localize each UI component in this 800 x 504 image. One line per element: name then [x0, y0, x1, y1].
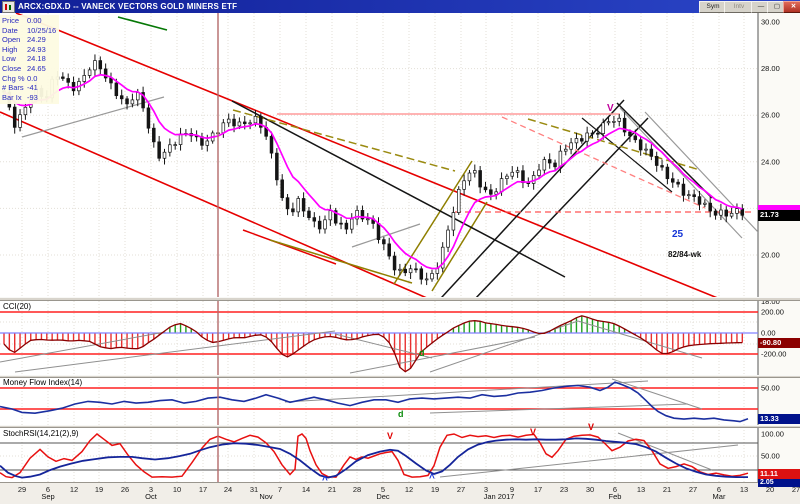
panel-separator[interactable]	[0, 375, 800, 378]
date-tick: 17	[193, 485, 213, 494]
stochrsi-fast-value-box: 11.11	[758, 469, 800, 479]
window-title: ARCX:GDX.D -- VANECK VECTORS GOLD MINERS…	[18, 2, 237, 11]
stochrsi-slow-value-box: 2.05	[758, 479, 800, 487]
mfi-tick-label: 50.00	[761, 384, 780, 393]
mfi-panel-label: Money Flow Index(14)	[2, 378, 83, 387]
last-price-box: 21.73	[758, 210, 800, 221]
month-label: Feb	[593, 492, 637, 501]
month-label: Nov	[244, 492, 288, 501]
month-label: Dec	[361, 492, 405, 501]
quote-row: Chg %0.0	[2, 74, 59, 84]
stochrsi-panel-label: StochRSI(14,21(2),9)	[2, 429, 80, 438]
cci-tick-label: 0.00	[761, 329, 776, 338]
cycle-25: 25	[672, 230, 683, 240]
stoch-top-v-3: V	[588, 423, 594, 432]
quote-row: Date10/25/16	[2, 26, 59, 36]
price-tick-label: 28.00	[761, 64, 780, 73]
close-button[interactable]: ✕	[783, 1, 800, 13]
date-tick: 23	[554, 485, 574, 494]
price-tick-label: 24.00	[761, 157, 780, 166]
quote-row: High24.93	[2, 45, 59, 55]
stoch-tick-label: 50.00	[761, 452, 780, 461]
date-tick: 14	[296, 485, 316, 494]
stoch-bottom-caret-1: ^	[322, 476, 328, 486]
divergence-d-mfi: d	[398, 410, 404, 419]
quote-row: Close24.65	[2, 64, 59, 74]
quote-row: Low24.18	[2, 54, 59, 64]
cycle-82-84-wk: 82/84-wk	[668, 251, 701, 259]
month-label: Jan 2017	[477, 492, 521, 501]
symbol-button[interactable]: Sym	[699, 1, 727, 13]
panel-separator[interactable]	[0, 297, 800, 301]
date-tick: 27	[451, 485, 471, 494]
app-chart-icon	[2, 1, 15, 13]
mfi-value-box: 13.33	[758, 414, 800, 424]
quote-row: Bar Ix-93	[2, 93, 59, 103]
quote-info-panel: Price0.00Date10/25/16Open24.29High24.93L…	[0, 15, 59, 104]
month-label: Oct	[129, 492, 173, 501]
cci-tick-label: -200.00	[761, 350, 786, 359]
panel-separator[interactable]	[0, 425, 800, 428]
cci-panel-label: CCI(20)	[2, 302, 32, 311]
quote-row: Open24.29	[2, 35, 59, 45]
chart-window: ARCX:GDX.D -- VANECK VECTORS GOLD MINERS…	[0, 0, 800, 504]
date-axis: 2961219263101724317142128512192739172330…	[0, 482, 800, 504]
price-tick-label: 20.00	[761, 251, 780, 260]
quote-row: # Bars-41	[2, 83, 59, 93]
stoch-top-v-2: V	[530, 428, 536, 437]
divergence-d-cci: d	[419, 349, 425, 358]
price-tick-label: 26.00	[761, 111, 780, 120]
window-titlebar[interactable]: ARCX:GDX.D -- VANECK VECTORS GOLD MINERS…	[0, 0, 800, 13]
cci-value-box: -90.80	[758, 338, 800, 348]
cci-tick-label: 200.00	[761, 308, 784, 317]
wave-v-top: V	[607, 104, 614, 114]
interval-button[interactable]: Intv	[724, 1, 754, 13]
date-tick: 21	[322, 485, 342, 494]
date-tick: 24	[218, 485, 238, 494]
month-label: Sep	[26, 492, 70, 501]
date-tick: 19	[89, 485, 109, 494]
date-tick: 19	[425, 485, 445, 494]
stoch-top-v-1: V	[387, 432, 393, 441]
quote-row: Price0.00	[2, 16, 59, 26]
month-label: Mar	[697, 492, 741, 501]
stoch-tick-label: 100.00	[761, 430, 784, 439]
date-tick: 21	[657, 485, 677, 494]
price-tick-label: 30.00	[761, 18, 780, 27]
stoch-bottom-caret-2: ^	[429, 474, 435, 484]
date-tick: 17	[528, 485, 548, 494]
